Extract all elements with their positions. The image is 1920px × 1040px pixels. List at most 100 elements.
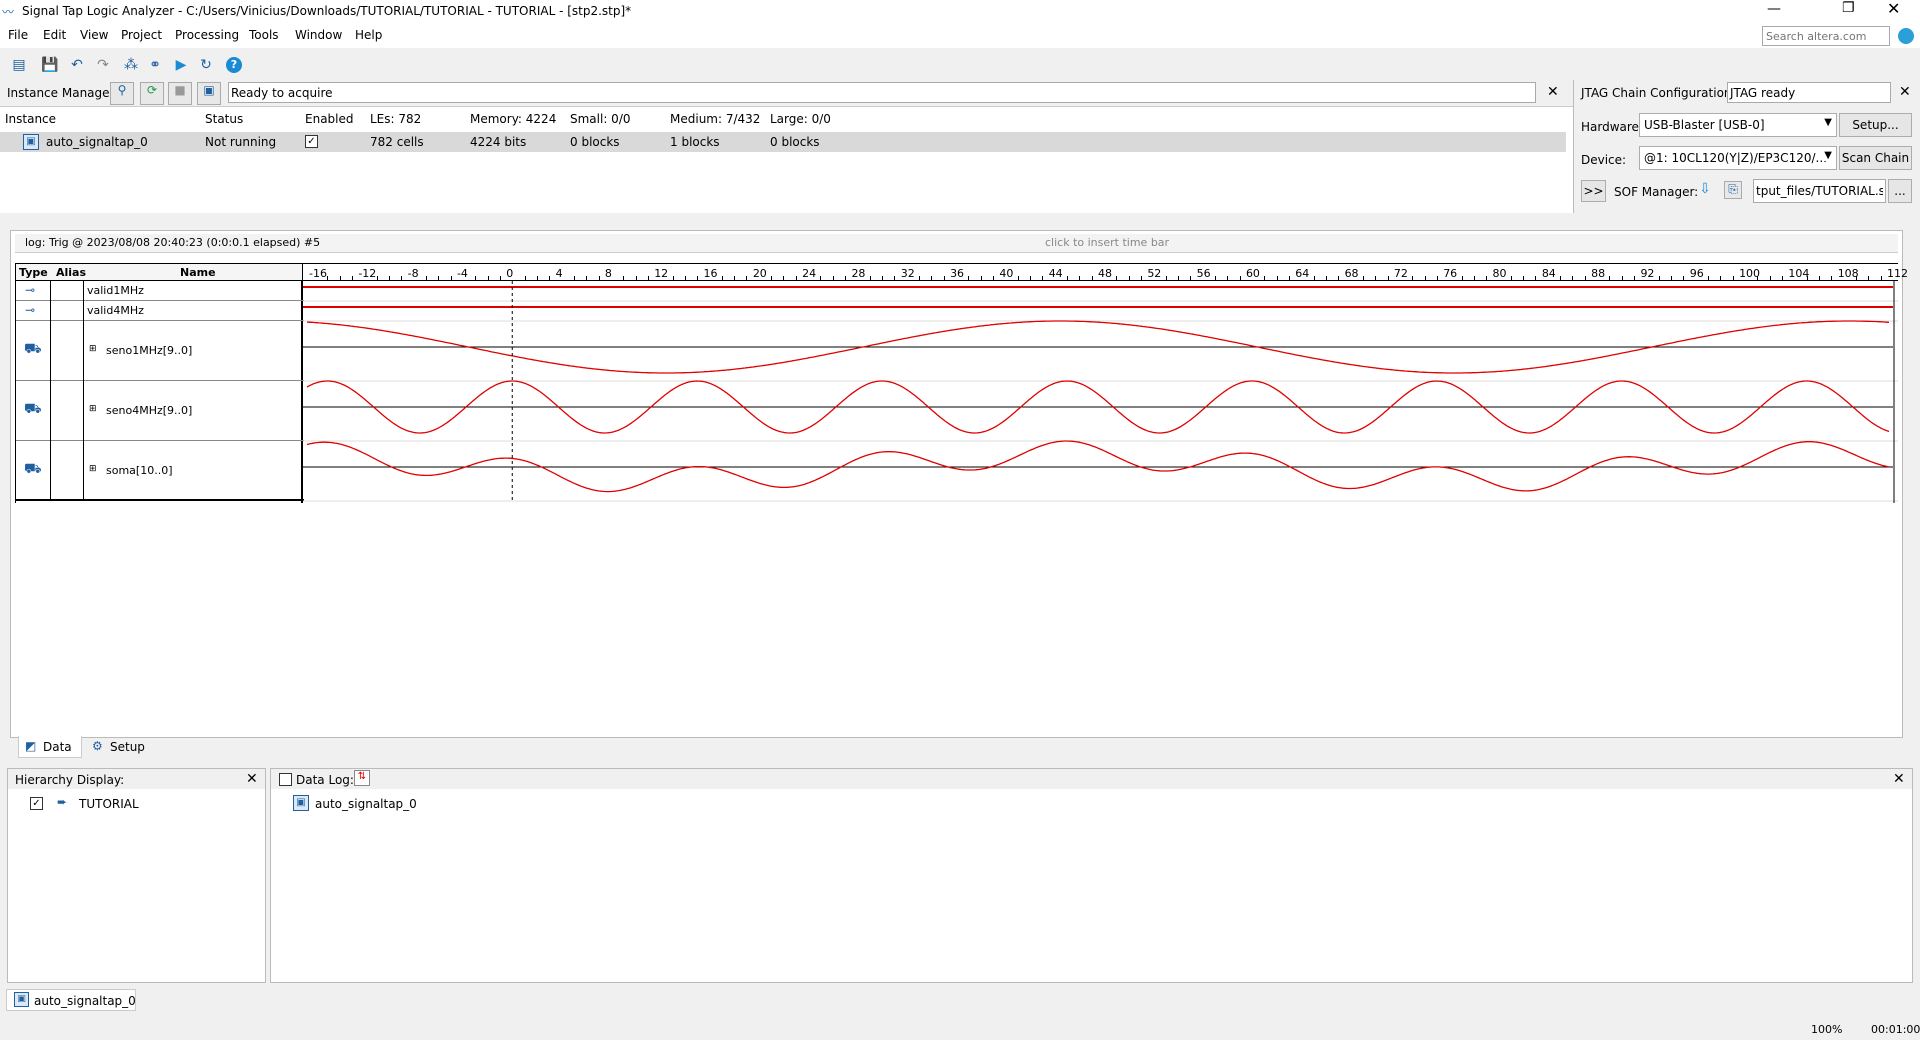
ruler-minor-tick xyxy=(1819,276,1821,280)
undo-icon[interactable]: ↶ xyxy=(68,56,86,74)
instance-tab[interactable]: ▣ auto_signaltap_0 xyxy=(6,989,136,1011)
menu-edit[interactable]: Edit xyxy=(43,28,66,42)
ruler-minor-tick xyxy=(1671,276,1673,280)
ruler-minor-tick xyxy=(573,276,575,280)
help-icon[interactable]: ? xyxy=(226,57,242,73)
ruler-minor-tick xyxy=(820,276,822,280)
instance-icon: ▣ xyxy=(293,795,309,811)
tab-setup[interactable]: ⚙ Setup xyxy=(88,736,158,758)
ruler-minor-tick xyxy=(536,276,538,280)
ruler-minor-tick xyxy=(845,276,847,280)
device-select[interactable]: @1: 10CL120(Y|Z)/EP3C120/... ▼ xyxy=(1639,146,1837,170)
instance-status-field: Ready to acquire xyxy=(228,82,1536,103)
ruler-minor-tick xyxy=(697,276,699,280)
hierarchy-panel: Hierarchy Display: ✕ ✓ ➨ TUTORIAL xyxy=(7,768,266,983)
restore-icon[interactable]: ❐ xyxy=(1842,0,1855,16)
zoom-level: 100% xyxy=(1811,1023,1843,1036)
col-name: Name xyxy=(180,266,216,279)
insert-time-bar-hint[interactable]: click to insert time bar xyxy=(1045,236,1169,249)
scan-chain-button[interactable]: Scan Chain xyxy=(1839,146,1912,170)
ruler-tick-label: 80 xyxy=(1492,267,1507,280)
tab-data[interactable]: ◩ Data xyxy=(18,736,82,758)
menu-project[interactable]: Project xyxy=(121,28,162,42)
save-icon[interactable]: 💾 xyxy=(41,56,59,74)
ruler-minor-tick xyxy=(1140,276,1142,280)
list-item[interactable]: ⛟ ⊞ soma[10..0] xyxy=(16,441,304,501)
instance-large: 0 blocks xyxy=(770,135,820,149)
close-window-icon[interactable]: ✕ xyxy=(1887,0,1900,18)
app-icon: 〰 xyxy=(2,5,15,19)
program-device-icon[interactable]: ⇩ xyxy=(1696,181,1714,199)
list-item[interactable]: ✓ ➨ TUTORIAL xyxy=(30,795,250,813)
list-item[interactable]: ⛟ ⊞ seno4MHz[9..0] xyxy=(16,381,304,441)
expand-icon[interactable]: ⊞ xyxy=(89,464,97,474)
hierarchy-checkbox[interactable]: ✓ xyxy=(30,797,43,810)
list-item[interactable]: ▣ auto_signaltap_0 xyxy=(293,795,593,813)
datalog-options-icon[interactable]: ⇅ xyxy=(354,770,370,786)
tab-data-label: Data xyxy=(43,740,72,754)
find-icon[interactable]: ⚭ xyxy=(146,56,164,74)
menu-processing[interactable]: Processing xyxy=(175,28,239,42)
col-memory: Memory: 4224 xyxy=(470,112,557,126)
alias-separator xyxy=(83,281,84,501)
ruler-minor-tick xyxy=(1264,276,1266,280)
redo-icon[interactable]: ↷ xyxy=(94,56,112,74)
stop-analysis-button[interactable]: ■ xyxy=(168,82,192,105)
ruler-minor-tick xyxy=(1190,276,1192,280)
close-jtag-icon[interactable]: ✕ xyxy=(1899,84,1911,100)
run-analysis-icon[interactable]: ▶ xyxy=(172,56,190,74)
menu-window[interactable]: Window xyxy=(295,28,342,42)
ruler-minor-tick xyxy=(672,276,674,280)
menu-tools[interactable]: Tools xyxy=(249,28,279,42)
status-bar: 100% 00:01:00 xyxy=(0,1018,1920,1040)
attach-file-icon[interactable]: ⎘ xyxy=(1724,181,1742,199)
menu-help[interactable]: Help xyxy=(355,28,382,42)
list-item[interactable]: ⛟ ⊞ seno1MHz[9..0] xyxy=(16,321,304,381)
ruler-tick-label: 12 xyxy=(654,267,669,280)
close-datalog-icon[interactable]: ✕ xyxy=(1893,771,1905,787)
autorun-icon[interactable]: ↻ xyxy=(197,56,215,74)
setup-button[interactable]: Setup... xyxy=(1839,113,1912,137)
ruler-minor-tick xyxy=(450,276,452,280)
menu-view[interactable]: View xyxy=(80,28,108,42)
ruler-minor-tick xyxy=(598,276,600,280)
instance-enabled-checkbox[interactable]: ✓ xyxy=(305,135,318,148)
read-data-button[interactable]: ▣ xyxy=(197,82,221,105)
close-instance-manager-icon[interactable]: ✕ xyxy=(1547,84,1559,100)
ruler-minor-tick xyxy=(524,276,526,280)
close-hierarchy-icon[interactable]: ✕ xyxy=(246,771,258,787)
expand-icon[interactable]: ⊞ xyxy=(89,344,97,354)
expand-icon[interactable]: ⊞ xyxy=(89,404,97,414)
instance-manager-icon[interactable]: ▤ xyxy=(10,56,28,74)
autorun-analysis-button[interactable]: ⚲ xyxy=(110,82,134,105)
datalog-checkbox[interactable] xyxy=(279,773,292,786)
ruler-tick-label: 56 xyxy=(1196,267,1211,280)
ruler-minor-tick xyxy=(351,276,353,280)
list-item[interactable]: ⊸ valid4MHz xyxy=(16,301,304,321)
hardware-select[interactable]: USB-Blaster [USB-0] ▼ xyxy=(1639,113,1837,137)
node-finder-icon[interactable]: ⁂ xyxy=(122,56,140,74)
ruler-tick-label: 32 xyxy=(900,267,915,280)
waveform-canvas[interactable] xyxy=(303,281,1898,503)
ruler-tick-label: 92 xyxy=(1640,267,1655,280)
ruler-minor-tick xyxy=(869,276,871,280)
ruler-minor-tick xyxy=(931,276,933,280)
table-row[interactable]: ▣ auto_signaltap_0 Not running ✓ 782 cel… xyxy=(0,132,1566,152)
ruler-tick-label: -8 xyxy=(407,267,419,280)
browse-sof-button[interactable]: ... xyxy=(1888,179,1912,203)
globe-icon[interactable] xyxy=(1898,28,1914,44)
search-input[interactable] xyxy=(1762,26,1890,46)
list-item[interactable]: ⊸ valid1MHz xyxy=(16,281,304,301)
type-separator xyxy=(50,281,51,501)
ruler-tick-label: 24 xyxy=(802,267,817,280)
instance-table-header: Instance Status Enabled LEs: 782 Memory:… xyxy=(0,108,1573,130)
ruler-minor-tick xyxy=(1288,276,1290,280)
bus-trace xyxy=(306,440,1890,493)
menu-file[interactable]: File xyxy=(8,28,28,42)
ruler-tick-label: 60 xyxy=(1245,267,1260,280)
sof-file-field[interactable] xyxy=(1753,179,1886,203)
expand-sof-button[interactable]: >> xyxy=(1581,180,1606,202)
minimize-icon[interactable]: — xyxy=(1767,1,1781,17)
run-analysis-button[interactable]: ⟳ xyxy=(140,82,164,105)
time-ruler[interactable]: -16 -12 -8 -4 0 4 8 12 16 20 24 28 32 36 40 44 48 52 56 60 6… xyxy=(303,263,1908,281)
